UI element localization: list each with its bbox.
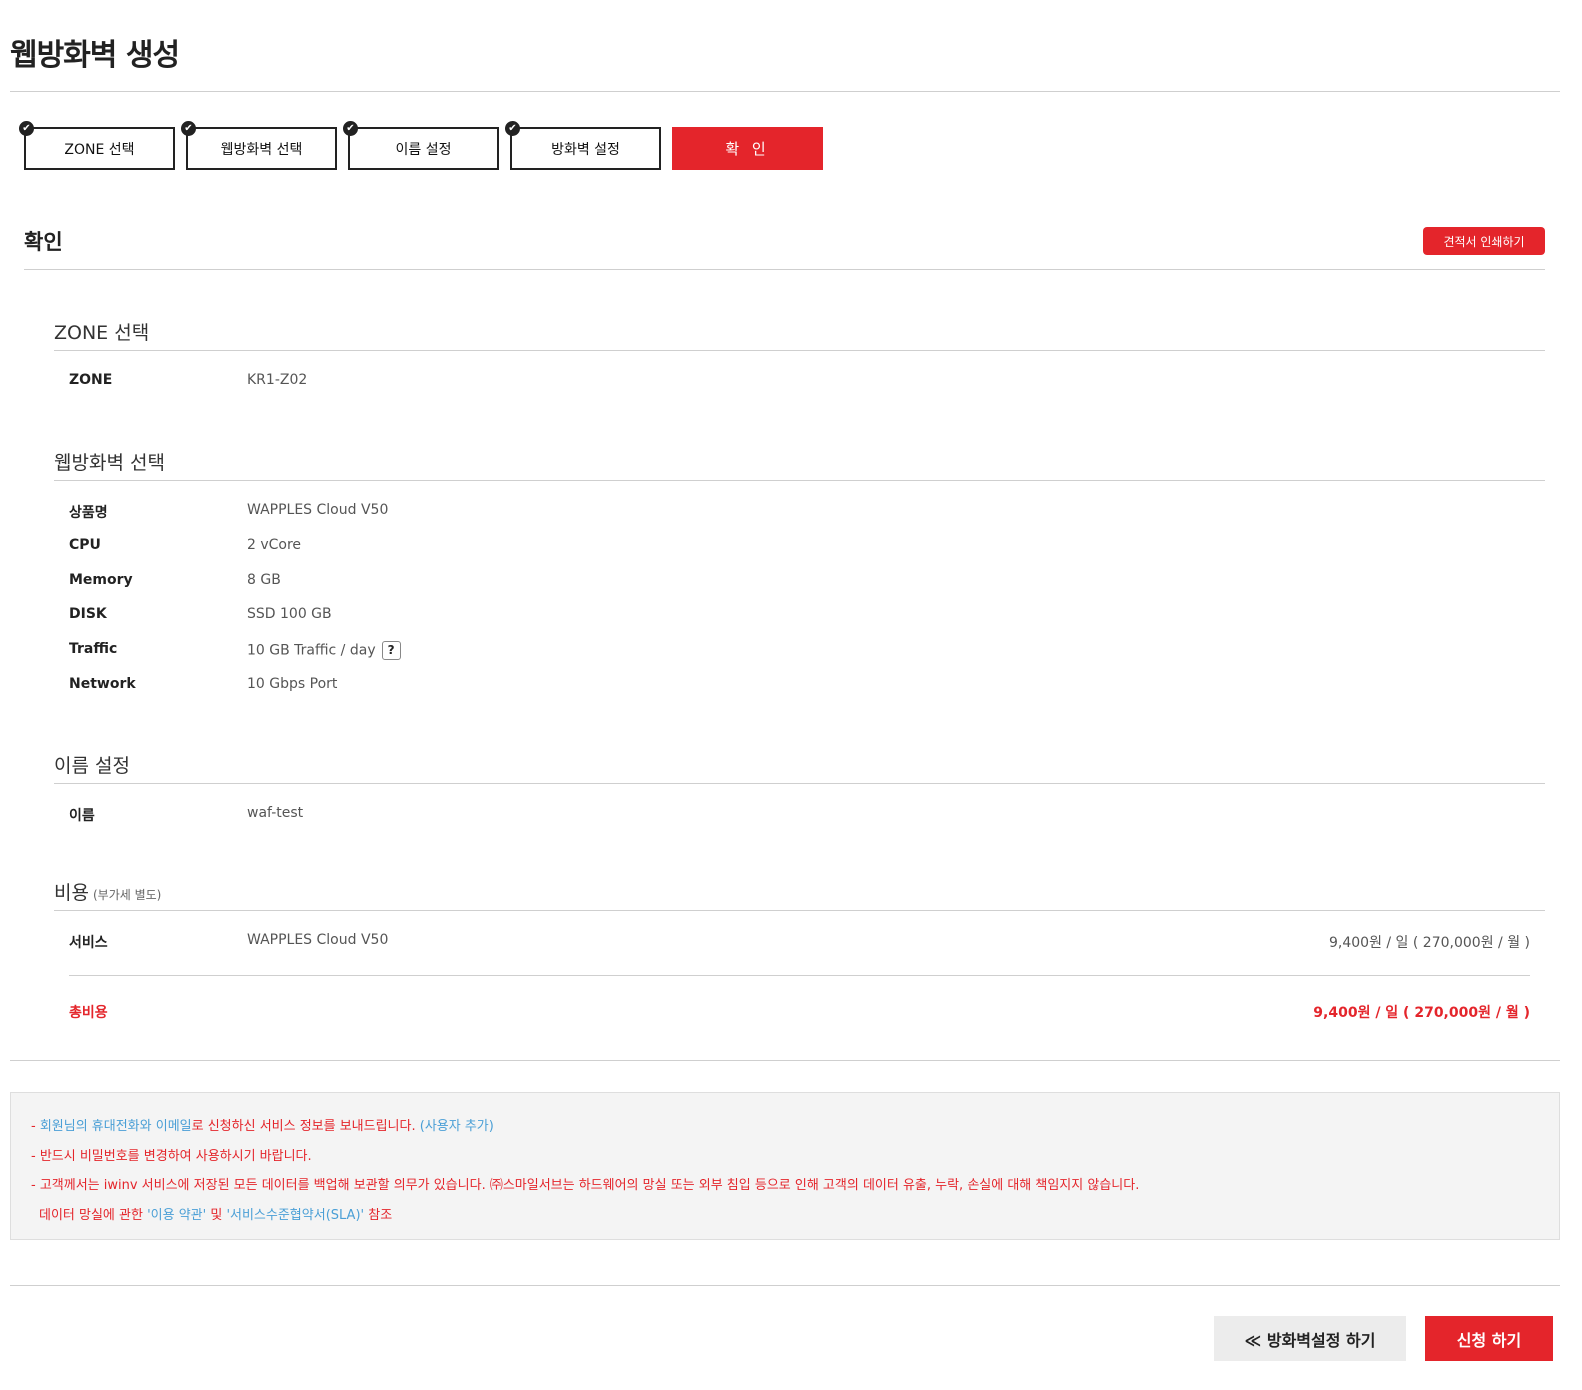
cost-value: WAPPLES Cloud V50 [247,932,389,948]
cost-subtitle: (부가세 별도) [92,888,162,902]
detail-key: Network [69,676,136,692]
detail-row-product: 상품명 WAPPLES Cloud V50 [69,502,1530,522]
group-title-waf: 웹방화벽 선택 [54,452,165,474]
step-firewall-setting[interactable]: ✔ 방화벽 설정 [505,121,661,170]
content-divider [10,1060,1560,1061]
total-price: 9,400원 / 일 ( 270,000원 / 월 ) [1313,1005,1530,1021]
check-icon: ✔ [181,121,196,136]
detail-value: 10 Gbps Port [247,676,338,692]
step-label: 웹방화벽 선택 [220,141,303,158]
detail-key: Traffic [69,641,118,657]
step-confirm[interactable]: 확 인 [672,127,823,170]
cost-row-service: 서비스 WAPPLES Cloud V50 9,400원 / 일 ( 270,0… [69,932,1530,952]
detail-key: ZONE [69,372,113,388]
check-icon: ✔ [505,121,520,136]
total-key: 총비용 [69,1005,108,1021]
step-waf-select[interactable]: ✔ 웹방화벽 선택 [181,121,337,170]
section-title-confirm: 확인 [24,230,63,254]
group-divider [54,783,1545,784]
step-name-setting[interactable]: ✔ 이름 설정 [343,121,499,170]
submit-button[interactable]: 신청 하기 [1425,1316,1553,1361]
group-divider [54,910,1545,911]
cost-key: 서비스 [69,935,108,951]
detail-row-disk: DISK SSD 100 GB [69,606,1530,626]
cost-title: 비용 [54,882,89,904]
step-label: 방화벽 설정 [551,141,620,158]
group-title-cost: 비용 (부가세 별도) [54,878,161,905]
notice-line: - 회원님의 휴대전화와 이메일로 신청하신 서비스 정보를 보내드립니다. (… [31,1112,1559,1142]
page-title: 웹방화벽 생성 [10,38,180,73]
cost-divider [69,975,1530,976]
detail-row-network: Network 10 Gbps Port [69,676,1530,696]
cost-row-total: 총비용 9,400원 / 일 ( 270,000원 / 월 ) [69,1002,1530,1022]
group-divider [54,350,1545,351]
detail-value: waf-test [247,805,304,821]
help-icon[interactable]: ? [381,641,401,660]
notice-text: 및 [206,1207,227,1223]
step-label: ZONE 선택 [64,141,135,158]
step-label: 이름 설정 [395,141,452,158]
notice-line: 데이터 망실에 관한 '이용 약관' 및 '서비스수준협약서(SLA)' 참조 [31,1201,1559,1231]
notice-line: - 고객께서는 iwinv 서비스에 저장된 모든 데이터를 백업해 보관할 의… [31,1178,1140,1193]
notice-text: 데이터 망실에 관한 [39,1207,148,1223]
detail-row-traffic: Traffic 10 GB Traffic / day? [69,641,1530,661]
prev-firewall-setting-button[interactable]: ≪ 방화벽설정 하기 [1214,1316,1406,1361]
footer-divider [10,1285,1560,1286]
check-icon: ✔ [19,121,34,136]
notice-line: - 반드시 비밀번호를 변경하여 사용하시기 바랍니다. [31,1148,312,1164]
cost-price: 9,400원 / 일 ( 270,000원 / 월 ) [1328,935,1530,951]
step-progress: ✔ ZONE 선택 ✔ 웹방화벽 선택 ✔ 이름 설정 ✔ 방화벽 설정 확 인 [19,121,823,170]
notice-text: - [31,1119,40,1134]
detail-key: 상품명 [69,505,108,521]
print-estimate-button[interactable]: 견적서 인쇄하기 [1423,227,1545,255]
detail-value: 8 GB [247,572,281,588]
step-label: 확 인 [725,140,770,158]
detail-key: 이름 [69,808,95,824]
detail-value: WAPPLES Cloud V50 [247,502,389,518]
section-divider [24,269,1545,270]
detail-row-cpu: CPU 2 vCore [69,537,1530,557]
detail-key: DISK [69,606,107,622]
detail-value: SSD 100 GB [247,606,332,622]
detail-value: KR1-Z02 [247,372,308,388]
title-divider [10,91,1560,92]
group-title-zone: ZONE 선택 [54,322,150,344]
step-zone-select[interactable]: ✔ ZONE 선택 [19,121,175,170]
add-user-link[interactable]: (사용자 추가) [420,1119,494,1134]
group-divider [54,480,1545,481]
terms-link[interactable]: '이용 약관' [147,1208,206,1223]
detail-value: 10 GB Traffic / day? [247,641,401,660]
notice-box: - 회원님의 휴대전화와 이메일로 신청하신 서비스 정보를 보내드립니다. (… [10,1092,1560,1240]
detail-row-memory: Memory 8 GB [69,572,1530,592]
check-icon: ✔ [343,121,358,136]
detail-value: 2 vCore [247,537,302,553]
detail-key: CPU [69,537,101,553]
notice-text: 참조 [364,1207,393,1223]
detail-key: Memory [69,572,133,588]
sla-link[interactable]: '서비스수준협약서(SLA)' [226,1208,364,1223]
contact-info-link[interactable]: 회원님의 휴대전화와 이메일 [40,1119,192,1134]
notice-text: 로 신청하신 서비스 정보를 보내드립니다. [191,1119,420,1134]
traffic-value: 10 GB Traffic / day [247,642,376,659]
detail-row-name: 이름 waf-test [69,805,1530,825]
detail-row-zone: ZONE KR1-Z02 [69,372,1530,392]
group-title-name: 이름 설정 [54,755,130,777]
